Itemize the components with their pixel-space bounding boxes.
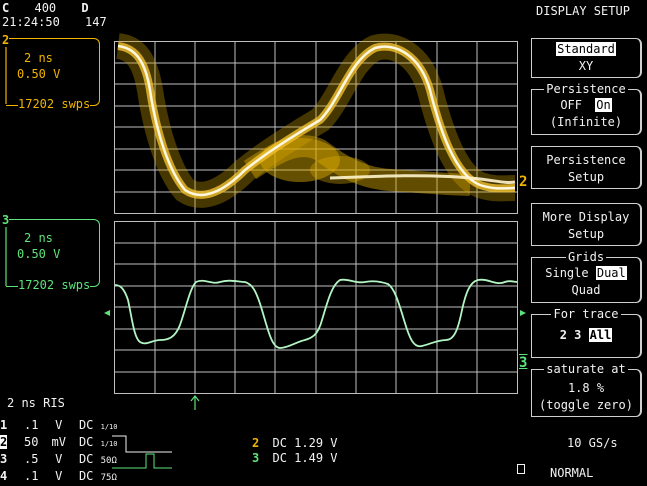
trace-2-level-marker xyxy=(104,310,110,316)
sample-rate: 10 GS/s xyxy=(567,436,618,450)
persistence-setup-line1: Persistence xyxy=(546,153,626,167)
channel-2-setting[interactable]: 2 50 mV DC 1/10 xyxy=(0,435,117,452)
for-trace-button[interactable]: For trace 2 3 All xyxy=(531,307,642,358)
channel-2-volts: 0.50 V xyxy=(17,67,61,81)
grids-quad-option[interactable]: Quad xyxy=(532,282,640,299)
menu-title: DISPLAY SETUP xyxy=(536,4,630,18)
trigger-mode: NORMAL xyxy=(550,466,594,480)
channel-2-sweeps: 17202 swps xyxy=(18,97,91,111)
header-time: 21:24:50 147 xyxy=(2,15,107,29)
channel-2-number: 2 xyxy=(2,33,10,47)
normal-indicator-box xyxy=(517,464,525,474)
more-display-line2: Setup xyxy=(567,227,605,241)
frame-count: 147 xyxy=(85,15,107,29)
c-value: 400 xyxy=(34,1,57,15)
trace-3-level-marker-right xyxy=(520,310,526,316)
persistence-button[interactable]: Persistence OFF On (Infinite) xyxy=(531,82,642,135)
channel-2-timebase: 2 ns xyxy=(24,51,53,65)
channel-settings-list: 1 .1 V DC 1/10 2 50 mV DC 1/10 3 .5 V DC… xyxy=(0,418,117,486)
trigger-arrow-icon xyxy=(190,395,200,410)
grids-dual-option[interactable]: Dual xyxy=(595,266,627,280)
channel-3-sweeps: 17202 swps xyxy=(18,278,91,292)
clock-time: 21:24:50 xyxy=(2,15,60,29)
display-mode-button[interactable]: Standard XY xyxy=(531,38,642,78)
bottom-grid xyxy=(114,221,518,394)
channel-4-setting[interactable]: 4 .1 V DC 75Ω xyxy=(0,469,117,486)
timebase-readout: 2 ns RIS xyxy=(7,396,65,410)
d-label: D xyxy=(81,1,89,15)
persistence-title: Persistence xyxy=(544,82,628,96)
trace-2-marker: 2 xyxy=(519,174,528,190)
channel-1-setting[interactable]: 1 .1 V DC 1/10 xyxy=(0,418,117,435)
for-trace-title: For trace xyxy=(551,307,621,321)
for-trace-2-option[interactable]: 2 xyxy=(560,328,567,342)
grids-button[interactable]: Grids Single Dual Quad xyxy=(531,250,642,303)
saturate-toggle: (toggle zero) xyxy=(539,398,633,412)
dc-readouts: 2 DC 1.29 V 3 DC 1.49 V xyxy=(252,436,338,466)
channel-3-timebase: 2 ns xyxy=(24,231,53,245)
for-trace-3-option[interactable]: 3 xyxy=(574,328,581,342)
grids-title: Grids xyxy=(565,250,607,264)
header-c: C 400 D xyxy=(2,1,89,15)
channel-3-number: 3 xyxy=(2,213,10,227)
readout-channel-2: 2 DC 1.29 V xyxy=(252,436,338,450)
display-xy-option[interactable]: XY xyxy=(532,58,640,75)
saturate-title: saturate at xyxy=(544,362,628,376)
persistence-on-option[interactable]: On xyxy=(595,98,612,112)
trigger-pulse-icon xyxy=(112,435,172,469)
display-standard-option[interactable]: Standard xyxy=(556,42,616,56)
for-trace-all-option[interactable]: All xyxy=(588,328,613,342)
c-label: C xyxy=(2,1,10,15)
persistence-note: (Infinite) xyxy=(549,115,623,129)
grids-single-option[interactable]: Single xyxy=(545,266,588,280)
more-display-setup-button[interactable]: More Display Setup xyxy=(531,203,642,246)
more-display-line1: More Display xyxy=(542,210,630,224)
saturate-value: 1.8 % xyxy=(567,381,605,395)
persistence-off-option[interactable]: OFF xyxy=(560,98,582,112)
persistence-setup-button[interactable]: Persistence Setup xyxy=(531,146,642,189)
persistence-setup-line2: Setup xyxy=(567,170,605,184)
channel-3-setting[interactable]: 3 .5 V DC 50Ω xyxy=(0,452,117,469)
channel-3-volts: 0.50 V xyxy=(17,247,61,261)
readout-channel-3: 3 DC 1.49 V xyxy=(252,451,338,465)
trace-3-marker: 3 xyxy=(519,355,528,371)
saturate-button[interactable]: saturate at 1.8 % (toggle zero) xyxy=(531,362,642,417)
